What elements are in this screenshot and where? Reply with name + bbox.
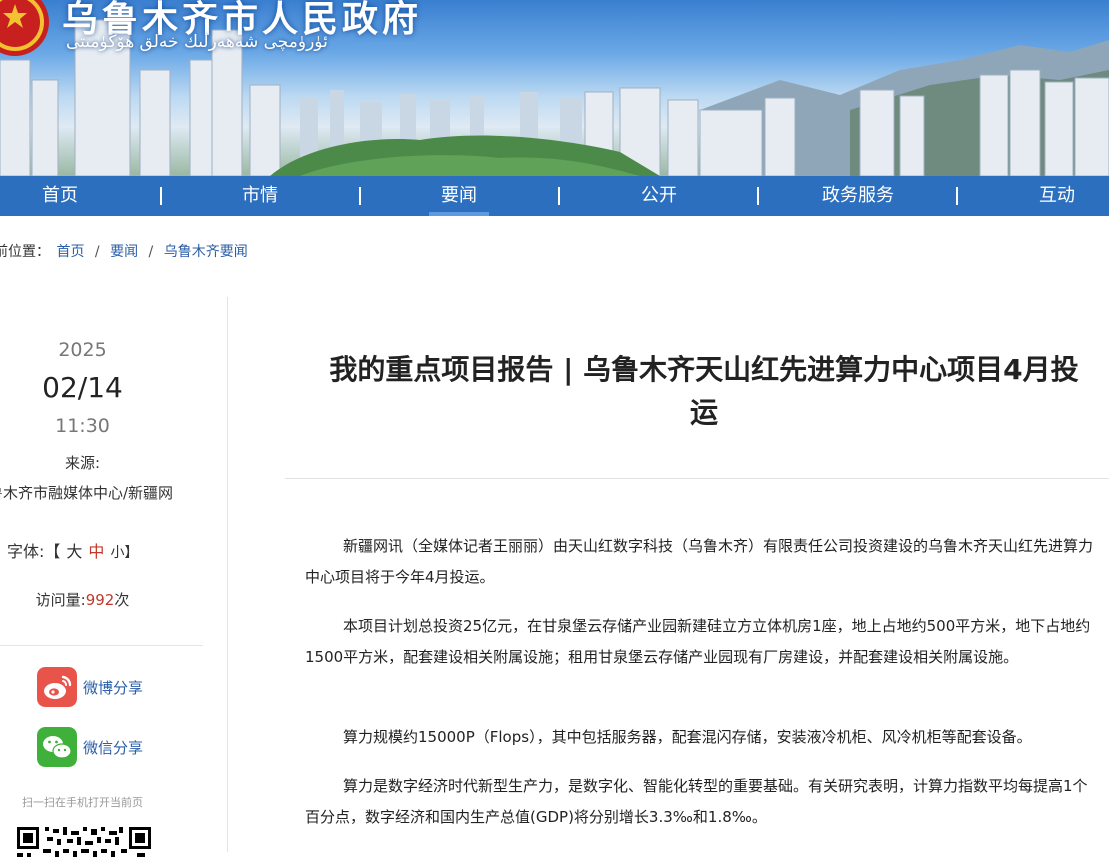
wechat-share-label: 微信分享 xyxy=(83,739,144,757)
publish-time: 11:30 xyxy=(55,415,110,437)
breadcrumb-separator: / xyxy=(94,244,100,260)
publish-date: 02/14 xyxy=(42,371,123,404)
nav-separator xyxy=(956,187,958,205)
national-emblem-icon xyxy=(0,0,49,56)
nav-separator xyxy=(359,187,361,205)
title-divider xyxy=(285,478,1109,479)
font-size-small-button[interactable]: 小】 xyxy=(110,545,138,561)
main-nav: 首页 市情 要闻 公开 政务服务 互动 xyxy=(0,176,1109,216)
article-paragraph: 新疆网讯（全媒体记者王丽丽）由天山红数字科技（乌鲁木齐）有限责任公司投资建设的乌… xyxy=(305,537,1094,586)
wechat-share-button[interactable]: 微信分享 xyxy=(37,727,207,767)
weibo-share-label: 微博分享 xyxy=(83,679,144,697)
visits-label: 访问量: xyxy=(35,591,86,609)
publish-year: 2025 xyxy=(58,339,107,361)
qr-code-icon xyxy=(17,827,151,857)
nav-item-gov-services[interactable]: 政务服务 xyxy=(798,176,918,216)
visits-unit: 次 xyxy=(114,591,130,609)
breadcrumb-urumqi-news-link[interactable]: 乌鲁木齐要闻 xyxy=(164,244,248,260)
font-size-selector: 字体:【大中小】 xyxy=(4,538,141,562)
nav-separator xyxy=(558,187,560,205)
nav-separator xyxy=(160,187,162,205)
wechat-icon xyxy=(37,727,77,767)
article-sidebar: 2025 02/14 11:30 来源: 鲁木齐市融媒体中心/新疆网 字体:【大… xyxy=(0,297,228,857)
breadcrumb-prefix: 前位置： xyxy=(0,244,50,260)
article-paragraph: 本项目计划总投资25亿元，在甘泉堡云存储产业园新建硅立方立体机房1座，地上占地约… xyxy=(305,617,1091,666)
nav-item-open-gov[interactable]: 公开 xyxy=(599,176,719,216)
nav-item-city-info[interactable]: 市情 xyxy=(200,176,320,216)
font-size-large-button[interactable]: 大 xyxy=(66,542,82,561)
breadcrumb-home-link[interactable]: 首页 xyxy=(56,244,84,260)
font-size-medium-button[interactable]: 中 xyxy=(88,542,104,561)
source-value: 鲁木齐市融媒体中心/新疆网 xyxy=(0,484,174,502)
breadcrumb: 前位置： 首页 / 要闻 / 乌鲁木齐要闻 xyxy=(0,241,250,261)
article-paragraph: 算力是数字经济时代新型生产力，是数字化、智能化转型的重要基础。有关研究表明，计算… xyxy=(305,777,1088,826)
article-title: 我的重点项目报告 | 乌鲁木齐天山红先进算力中心项目4月投运 xyxy=(329,353,1079,429)
source-label: 来源: xyxy=(64,454,101,472)
nav-item-news[interactable]: 要闻 xyxy=(399,176,519,216)
weibo-share-button[interactable]: 微博分享 xyxy=(37,667,207,707)
sidebar-divider xyxy=(0,645,203,646)
breadcrumb-news-link[interactable]: 要闻 xyxy=(110,244,138,260)
nav-item-interaction[interactable]: 互动 xyxy=(997,176,1109,216)
article-paragraph: 算力规模约15000P（Flops），其中包括服务器，配套混闪存储，安装液冷机柜… xyxy=(343,728,1032,746)
site-subtitle-uyghur: ئۈرۈمچى شەھەرلىك خەلق ھۆكۈمىتى xyxy=(66,32,328,52)
breadcrumb-separator: / xyxy=(148,244,154,260)
header-banner: 乌鲁木齐市人民政府 ئۈرۈمچى شەھەرلىك خەلق ھۆكۈمىتى xyxy=(0,0,1109,176)
visits-number: 992 xyxy=(85,591,115,609)
visit-count: 访问量:992次 xyxy=(0,589,165,610)
nav-separator xyxy=(757,187,759,205)
nav-item-home[interactable]: 首页 xyxy=(0,176,120,216)
scan-hint: 扫一扫在手机打开当前页 xyxy=(22,796,143,809)
font-size-label: 字体:【 xyxy=(7,542,61,561)
weibo-icon xyxy=(37,667,77,707)
